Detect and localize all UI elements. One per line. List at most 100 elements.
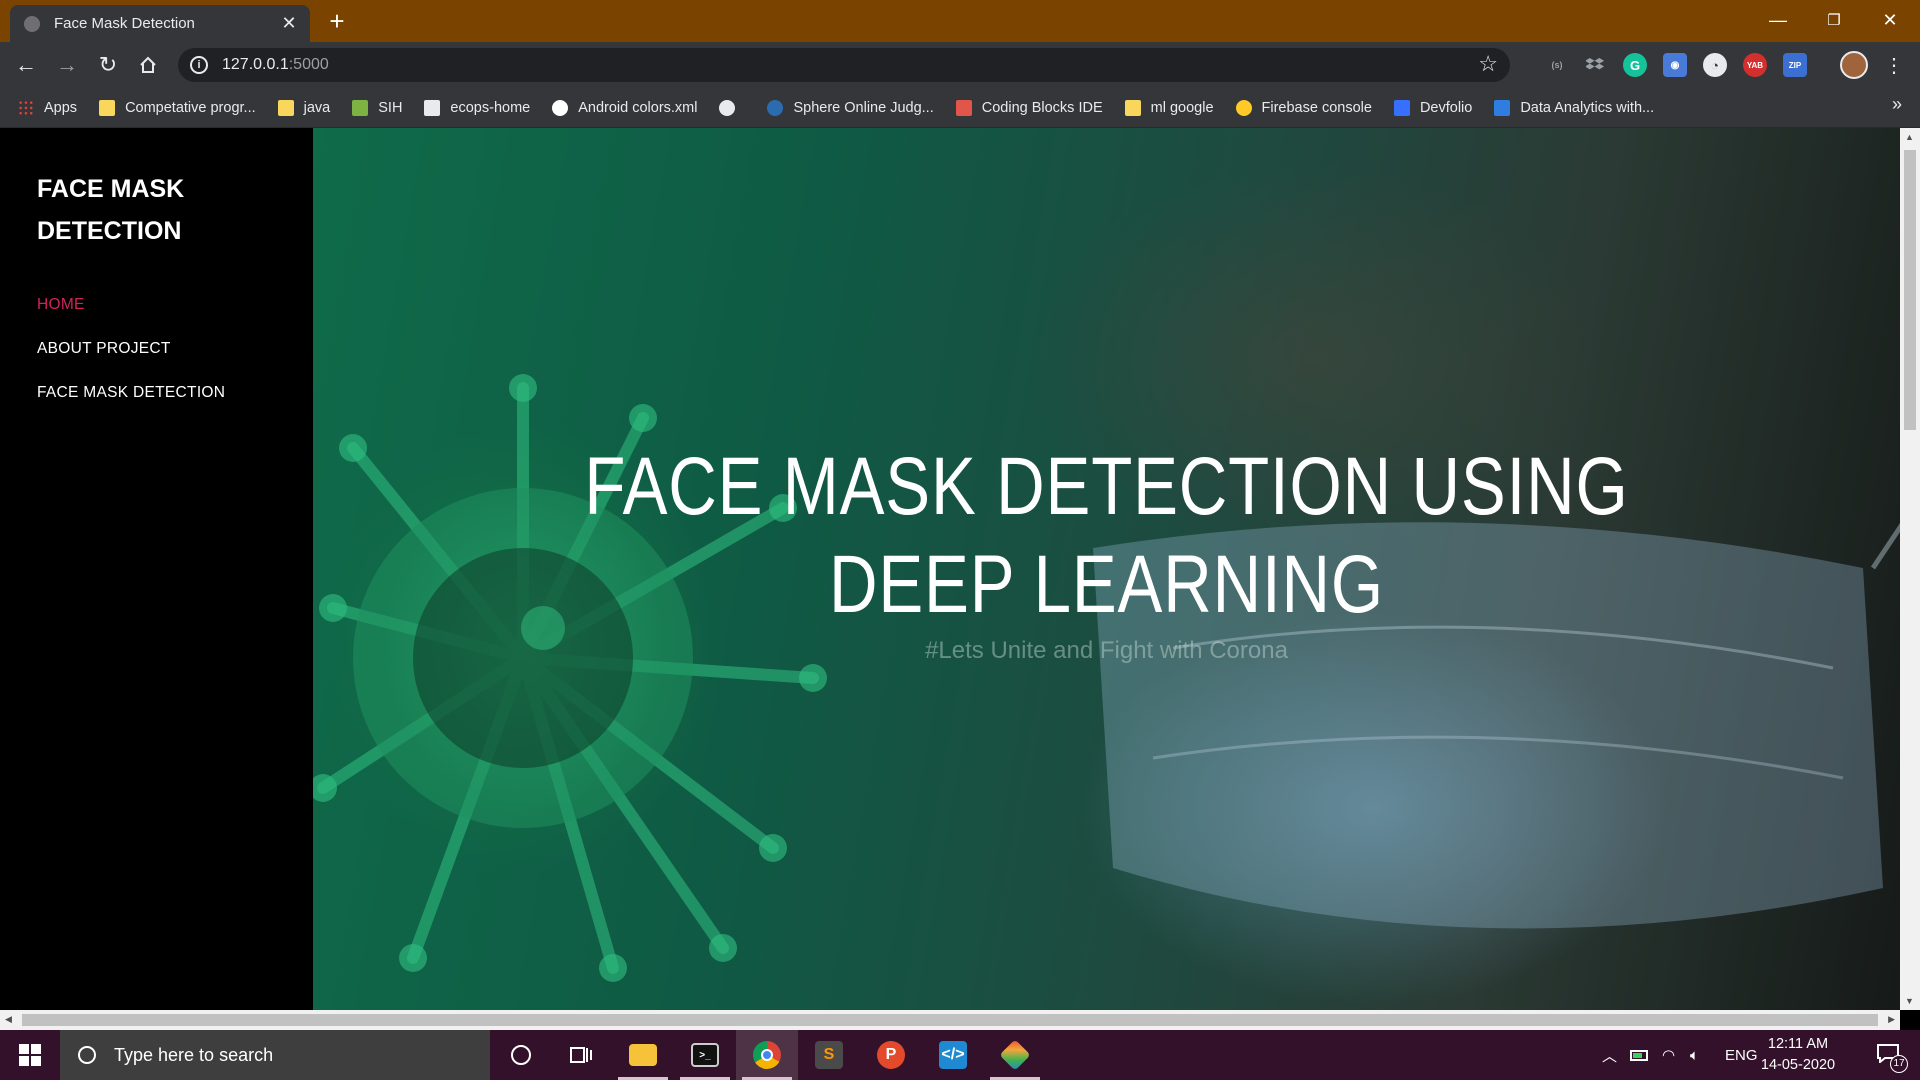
- bookmark-item[interactable]: [719, 99, 745, 116]
- search-placeholder: Type here to search: [114, 1044, 274, 1065]
- taskbar-search-box[interactable]: Type here to search: [60, 1030, 490, 1080]
- clock-date: 14-05-2020: [1760, 1057, 1836, 1073]
- cube-icon: [955, 99, 972, 116]
- bookmark-item[interactable]: java: [277, 99, 331, 116]
- volume-icon[interactable]: 🔈︎: [1690, 1030, 1699, 1080]
- windows-start-button[interactable]: [0, 1030, 60, 1080]
- bookmark-item[interactable]: Firebase console: [1235, 99, 1372, 116]
- bookmark-item[interactable]: Devfolio: [1393, 99, 1473, 116]
- nav-link-about-project[interactable]: ABOUT PROJECT: [37, 340, 171, 358]
- wifi-icon[interactable]: ◠: [1662, 1030, 1675, 1080]
- grammarly-icon[interactable]: G: [1623, 53, 1647, 77]
- address-bar[interactable]: i 127.0.0.1:5000 ☆: [178, 48, 1510, 82]
- firebase-icon: [1235, 99, 1252, 116]
- bookmark-item[interactable]: SIH: [352, 99, 403, 116]
- bookmark-label: java: [303, 99, 331, 116]
- reload-icon[interactable]: ↻: [92, 49, 124, 81]
- tray-chevron-up-icon[interactable]: ︿: [1602, 1030, 1617, 1080]
- clock-time: 12:11 AM: [1767, 1036, 1829, 1052]
- profile-avatar[interactable]: [1840, 51, 1868, 79]
- folder-icon: [1124, 99, 1141, 116]
- maximize-button[interactable]: ❐: [1806, 0, 1862, 40]
- brand-line-2: DETECTION: [37, 217, 182, 245]
- task-view-icon[interactable]: [550, 1030, 612, 1080]
- back-arrow-icon[interactable]: ←: [10, 49, 42, 81]
- browser-tab[interactable]: Face Mask Detection ✕: [10, 5, 310, 42]
- horizontal-scrollbar[interactable]: ◀ ▶: [0, 1010, 1900, 1030]
- file-explorer-icon[interactable]: [612, 1030, 674, 1080]
- bookmark-label: Sphere Online Judg...: [793, 99, 934, 116]
- notification-center-icon[interactable]: 17: [1876, 1043, 1908, 1073]
- web-page: FACE MASK DETECTION HOME ABOUT PROJECT F…: [0, 128, 1900, 1010]
- chrome-menu-icon[interactable]: ⋮: [1878, 49, 1910, 81]
- scroll-right-arrow-icon[interactable]: ▶: [1888, 1014, 1895, 1025]
- bookmark-item[interactable]: Android colors.xml: [552, 99, 698, 116]
- bookmark-item[interactable]: Data Analytics with...: [1494, 99, 1654, 116]
- terminal-icon[interactable]: >_: [674, 1030, 736, 1080]
- bookmark-label: SIH: [378, 99, 403, 116]
- url-port: :5000: [288, 56, 329, 73]
- site-info-icon[interactable]: i: [190, 56, 208, 74]
- tab-favicon-icon: [24, 15, 40, 32]
- git-icon[interactable]: [984, 1030, 1046, 1080]
- sidebar: FACE MASK DETECTION HOME ABOUT PROJECT F…: [0, 128, 313, 1010]
- devfolio-icon: [1393, 99, 1410, 116]
- zip-extension-icon[interactable]: ZIP: [1783, 53, 1807, 77]
- forward-arrow-icon[interactable]: →: [51, 49, 83, 81]
- taskbar-clock[interactable]: 12:11 AM 14-05-2020: [1748, 1034, 1848, 1076]
- battery-icon[interactable]: [1630, 1030, 1648, 1080]
- window-close-button[interactable]: ✕: [1862, 0, 1918, 40]
- nav-link-face-mask-detection[interactable]: FACE MASK DETECTION: [37, 384, 225, 402]
- brand-title: FACE MASK DETECTION: [37, 168, 277, 252]
- scroll-left-arrow-icon[interactable]: ◀: [5, 1014, 12, 1025]
- horizontal-scroll-thumb[interactable]: [22, 1014, 1878, 1026]
- dropbox-icon[interactable]: [1583, 53, 1607, 77]
- yab-extension-icon[interactable]: YAB: [1743, 53, 1767, 77]
- scroll-up-arrow-icon[interactable]: ▲: [1905, 132, 1914, 142]
- vscode-icon[interactable]: </>: [922, 1030, 984, 1080]
- globe-icon: [719, 99, 736, 116]
- bookmark-item[interactable]: ecops-home: [424, 99, 531, 116]
- folder-icon: [99, 99, 116, 116]
- hero-subtitle: #Lets Unite and Fight with Corona: [925, 637, 1288, 664]
- scroll-down-arrow-icon[interactable]: ▼: [1905, 996, 1914, 1006]
- extension-s-icon[interactable]: (s): [1545, 53, 1569, 77]
- s-icon: [1494, 99, 1511, 116]
- hero-title-line-2: DEEP LEARNING: [829, 539, 1384, 630]
- bookmarks-overflow-icon[interactable]: »: [1892, 94, 1902, 115]
- hero-title-line-1: FACE MASK DETECTION USING: [584, 441, 1629, 532]
- bookmark-label: Devfolio: [1419, 99, 1473, 116]
- notification-count-badge: 17: [1890, 1055, 1908, 1073]
- nav-link-home[interactable]: HOME: [37, 296, 85, 314]
- bookmark-label: Apps: [44, 99, 78, 116]
- hero-banner: FACE MASK DETECTION USING DEEP LEARNING …: [313, 128, 1900, 1010]
- windows-logo-icon: [19, 1044, 41, 1066]
- camera-icon[interactable]: ◉: [1663, 53, 1687, 77]
- new-tab-button[interactable]: +: [322, 6, 352, 36]
- home-icon[interactable]: [132, 49, 164, 81]
- bookmark-label: Coding Blocks IDE: [981, 99, 1103, 116]
- leaf-icon: [352, 99, 369, 116]
- bookmarks-bar: Apps Competative progr... java SIH ecops-hom…: [0, 88, 1920, 128]
- bookmark-item[interactable]: Apps: [18, 99, 78, 116]
- cortana-icon[interactable]: [490, 1030, 552, 1080]
- chrome-icon[interactable]: [736, 1030, 798, 1080]
- speedometer-icon[interactable]: ◔: [1703, 53, 1727, 77]
- minimize-button[interactable]: —: [1750, 0, 1806, 40]
- apps-grid-icon: [18, 99, 34, 116]
- bookmark-label: Android colors.xml: [578, 99, 698, 116]
- bookmark-label: ml google: [1150, 99, 1214, 116]
- bookmark-item[interactable]: Coding Blocks IDE: [955, 99, 1103, 116]
- bookmark-star-icon[interactable]: ☆: [1478, 51, 1498, 77]
- vertical-scrollbar[interactable]: ▲ ▼: [1900, 128, 1920, 1010]
- bookmark-item[interactable]: Sphere Online Judg...: [767, 99, 934, 116]
- github-icon: [552, 99, 569, 116]
- postman-icon[interactable]: P: [860, 1030, 922, 1080]
- tab-close-icon[interactable]: ✕: [278, 13, 300, 34]
- bookmark-item[interactable]: Competative progr...: [99, 99, 256, 116]
- vertical-scroll-thumb[interactable]: [1904, 150, 1916, 430]
- sublime-text-icon[interactable]: S: [798, 1030, 860, 1080]
- hero-title: FACE MASK DETECTION USING DEEP LEARNING: [456, 438, 1757, 634]
- bookmark-label: ecops-home: [450, 99, 531, 116]
- bookmark-item[interactable]: ml google: [1124, 99, 1214, 116]
